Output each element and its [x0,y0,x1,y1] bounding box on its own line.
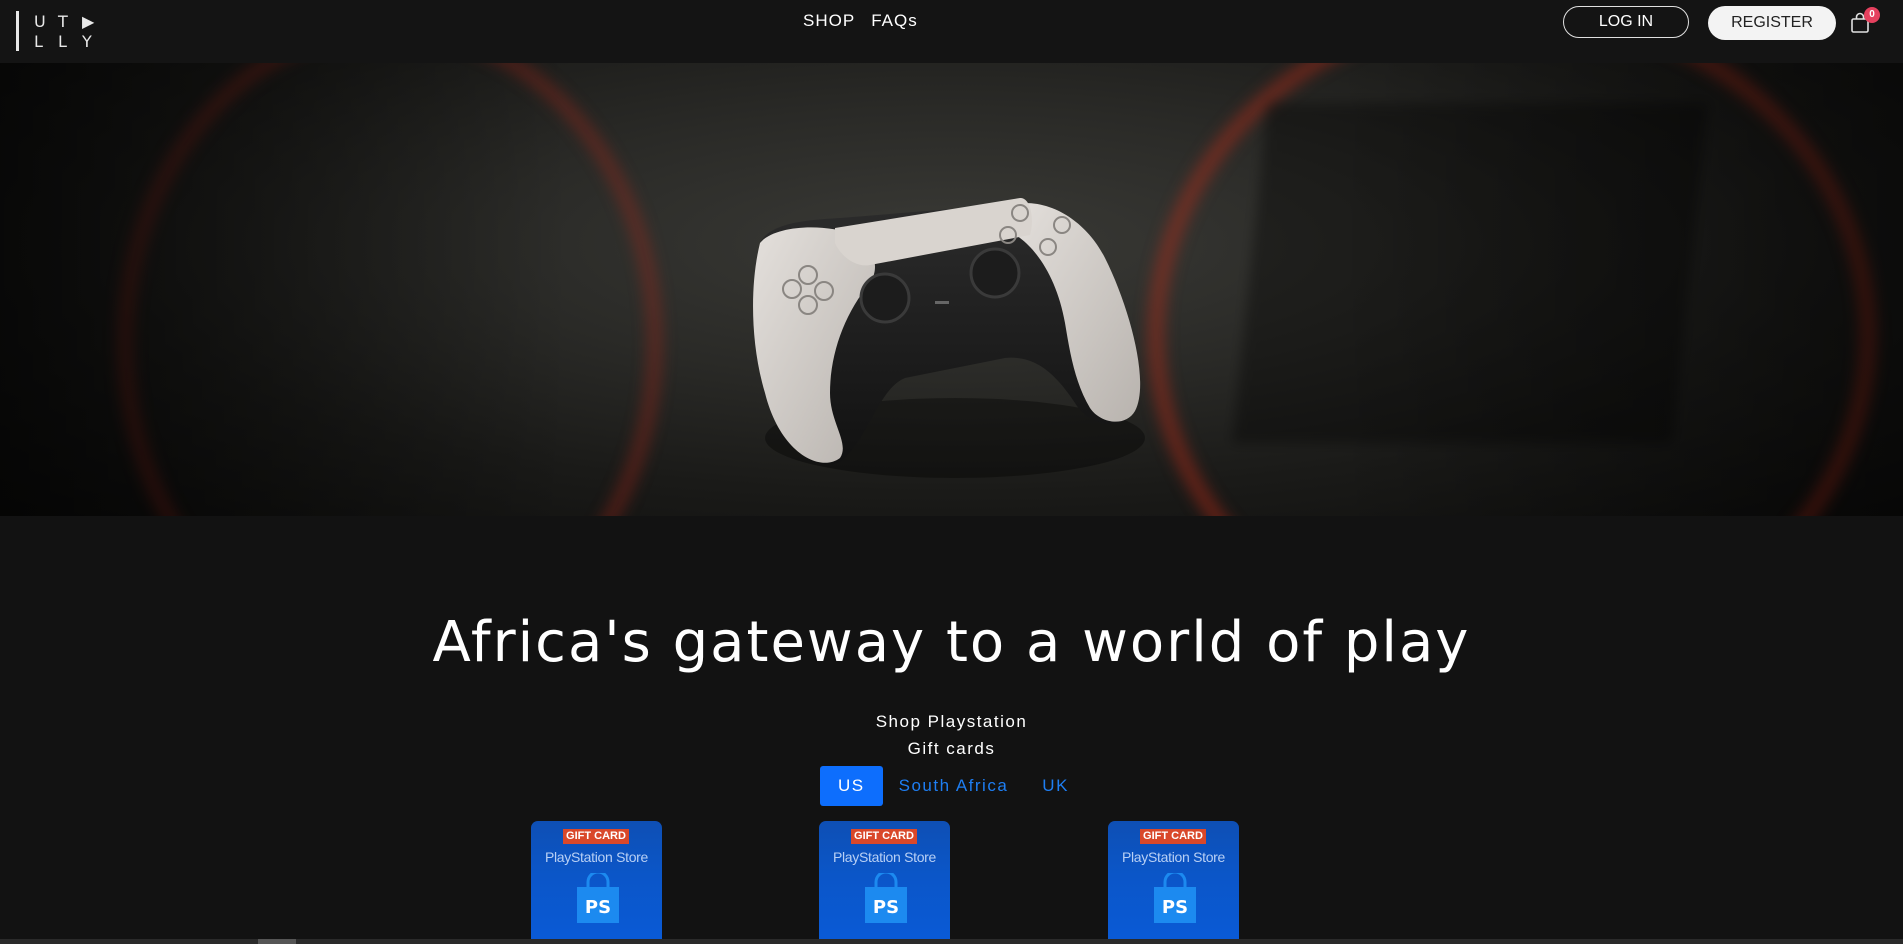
tab-us[interactable]: US [820,766,883,806]
logo-letter: L [34,32,43,51]
logo-letter: U [34,12,46,31]
tab-south-africa[interactable]: South Africa [883,766,1025,806]
page-headline: Africa's gateway to a world of play [432,610,1471,675]
store-label: PlayStation Store [544,849,649,865]
horizontal-scrollbar[interactable] [0,939,1903,944]
game-controller-image [753,197,1145,478]
svg-text:PS: PS [1162,897,1188,918]
playstation-bag-icon: PS [577,873,619,923]
logo-play-icon: ▶ [82,12,95,31]
section-subtitle: Shop Playstation Gift cards [0,708,1903,762]
cart-count-badge: 0 [1864,7,1880,23]
login-button[interactable]: LOG IN [1563,6,1689,38]
gift-card-item[interactable]: GIFT CARD PlayStation Store PS [1108,821,1239,941]
gift-card-tag: GIFT CARD [563,829,629,844]
nav-link-faqs[interactable]: FAQs [871,11,918,31]
store-label: PlayStation Store [832,849,937,865]
logo-bar [16,11,19,51]
playstation-bag-icon: PS [865,873,907,923]
cart-button[interactable]: 0 [1849,7,1880,36]
gift-card-tag: GIFT CARD [851,829,917,844]
logo-letter: T [58,12,68,31]
hero-banner [0,63,1903,516]
logo-letter: Y [82,32,92,51]
subtitle-line-2: Gift cards [907,739,996,758]
region-tabs: US South Africa UK [820,766,1087,806]
gift-card-item[interactable]: GIFT CARD PlayStation Store PS [531,821,662,941]
scrollbar-thumb[interactable] [258,939,296,944]
main-nav: SHOP FAQs [803,11,918,31]
register-button[interactable]: REGISTER [1708,6,1836,40]
nav-link-shop[interactable]: SHOP [803,11,855,31]
store-label: PlayStation Store [1121,849,1226,865]
logo-letter: L [58,32,67,51]
svg-text:PS: PS [873,897,899,918]
gift-card-item[interactable]: GIFT CARD PlayStation Store PS [819,821,950,941]
svg-text:PS: PS [585,897,611,918]
gift-card-tag: GIFT CARD [1140,829,1206,844]
top-navbar: U T ▶ L L Y SHOP FAQs LOG IN REGISTER 0 [0,0,1903,63]
tab-uk[interactable]: UK [1024,766,1087,806]
subtitle-line-1: Shop Playstation [875,712,1028,731]
playstation-bag-icon: PS [1154,873,1196,923]
gift-card-list: GIFT CARD PlayStation Store PS GIFT CARD… [0,821,1903,941]
logo-letters: U T ▶ L L Y [34,12,106,52]
site-logo[interactable]: U T ▶ L L Y [16,10,106,52]
